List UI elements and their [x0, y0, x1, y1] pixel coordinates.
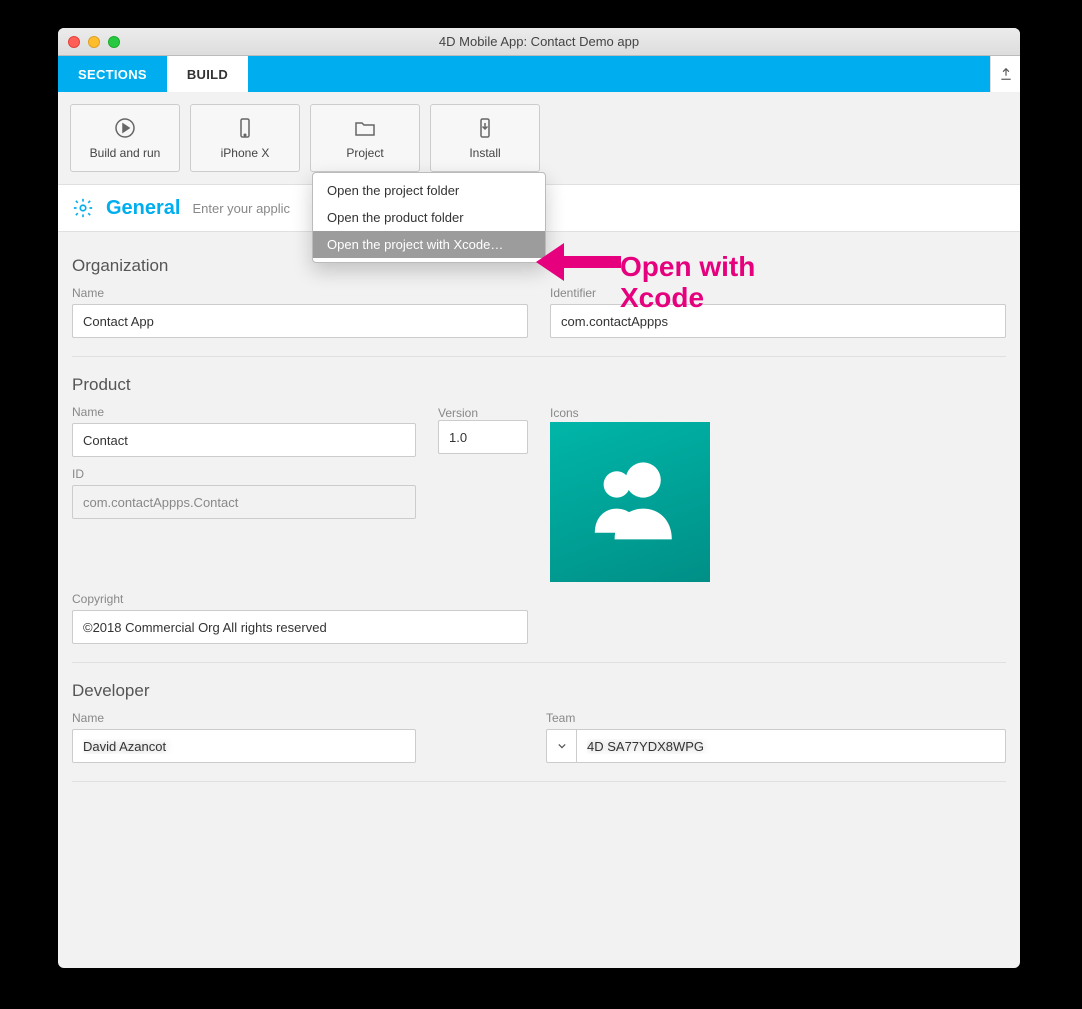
org-name-input[interactable] [72, 304, 528, 338]
menu-open-product-folder[interactable]: Open the product folder [313, 204, 545, 231]
dev-name-label: Name [72, 711, 416, 725]
product-version-label: Version [438, 406, 478, 420]
menu-open-with-xcode[interactable]: Open the project with Xcode… [313, 231, 545, 258]
device-button[interactable]: iPhone X [190, 104, 300, 172]
build-and-run-label: Build and run [90, 146, 161, 160]
play-icon [113, 116, 137, 140]
tab-build[interactable]: BUILD [167, 56, 248, 92]
upload-icon [999, 67, 1013, 81]
upload-button[interactable] [990, 56, 1020, 92]
toolbar: Build and run iPhone X Project Install O… [58, 92, 1020, 172]
main-tabs: SECTIONS BUILD [58, 56, 1020, 92]
annotation-line1: Open with [620, 252, 755, 283]
product-version-input[interactable] [438, 420, 528, 454]
copyright-label: Copyright [72, 592, 528, 606]
build-and-run-button[interactable]: Build and run [70, 104, 180, 172]
team-input[interactable] [576, 729, 1006, 763]
product-id-label: ID [72, 467, 416, 481]
install-label: Install [469, 146, 500, 160]
page-subtitle: Enter your applic [192, 201, 290, 216]
project-dropdown: Open the project folder Open the product… [312, 172, 546, 263]
divider [72, 662, 1006, 663]
gear-icon [72, 197, 94, 219]
product-name-input[interactable] [72, 423, 416, 457]
product-name-label: Name [72, 405, 416, 419]
titlebar: 4D Mobile App: Contact Demo app [58, 28, 1020, 56]
annotation-line2: Xcode [620, 283, 755, 314]
app-window: 4D Mobile App: Contact Demo app SECTIONS… [58, 28, 1020, 968]
copyright-input[interactable] [72, 610, 528, 644]
tab-sections[interactable]: SECTIONS [58, 56, 167, 92]
menu-open-project-folder[interactable]: Open the project folder [313, 177, 545, 204]
divider [72, 781, 1006, 782]
form-content: Organization Name Identifier Product Nam… [58, 232, 1020, 818]
project-button[interactable]: Project [310, 104, 420, 172]
device-label: iPhone X [221, 146, 270, 160]
annotation-text: Open with Xcode [620, 252, 755, 314]
install-icon [473, 116, 497, 140]
page-title: General [106, 197, 180, 220]
annotation-arrow-icon [536, 237, 626, 287]
install-button[interactable]: Install [430, 104, 540, 172]
app-icon-preview[interactable] [550, 422, 710, 582]
phone-icon [233, 116, 257, 140]
team-label: Team [546, 711, 1006, 725]
org-name-label: Name [72, 286, 528, 300]
dev-name-input[interactable] [72, 729, 416, 763]
product-icons-label: Icons [550, 406, 579, 420]
people-icon [575, 447, 685, 557]
divider [72, 356, 1006, 357]
folder-icon [353, 116, 377, 140]
window-title: 4D Mobile App: Contact Demo app [58, 34, 1020, 49]
product-heading: Product [72, 375, 1006, 395]
chevron-down-icon [558, 742, 566, 750]
org-identifier-label: Identifier [550, 286, 1006, 300]
product-id-input [72, 485, 416, 519]
project-label: Project [346, 146, 383, 160]
org-identifier-input[interactable] [550, 304, 1006, 338]
developer-heading: Developer [72, 681, 1006, 701]
team-dropdown-button[interactable] [546, 729, 576, 763]
